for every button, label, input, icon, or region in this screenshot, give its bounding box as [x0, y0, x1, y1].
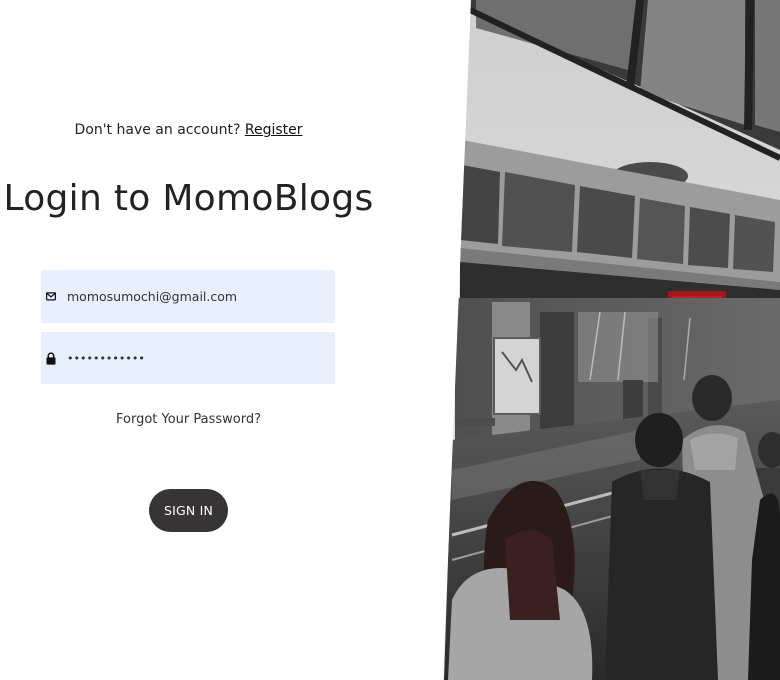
email-input[interactable]	[67, 289, 317, 304]
register-link[interactable]: Register	[245, 122, 303, 138]
password-input[interactable]	[67, 351, 317, 365]
email-field[interactable]	[41, 270, 335, 323]
login-panel: Don't have an account? Register Login to…	[0, 0, 470, 680]
password-field[interactable]	[41, 332, 335, 384]
lock-icon	[46, 351, 56, 365]
sign-in-button[interactable]: SIGN IN	[149, 489, 228, 532]
login-page: Don't have an account? Register Login to…	[0, 0, 780, 680]
forgot-password-link[interactable]: Forgot Your Password?	[0, 412, 377, 427]
register-prompt-text: Don't have an account?	[74, 122, 241, 138]
register-prompt: Don't have an account? Register	[0, 122, 377, 138]
page-title: Login to MomoBlogs	[3, 178, 374, 219]
envelope-icon	[46, 291, 56, 303]
